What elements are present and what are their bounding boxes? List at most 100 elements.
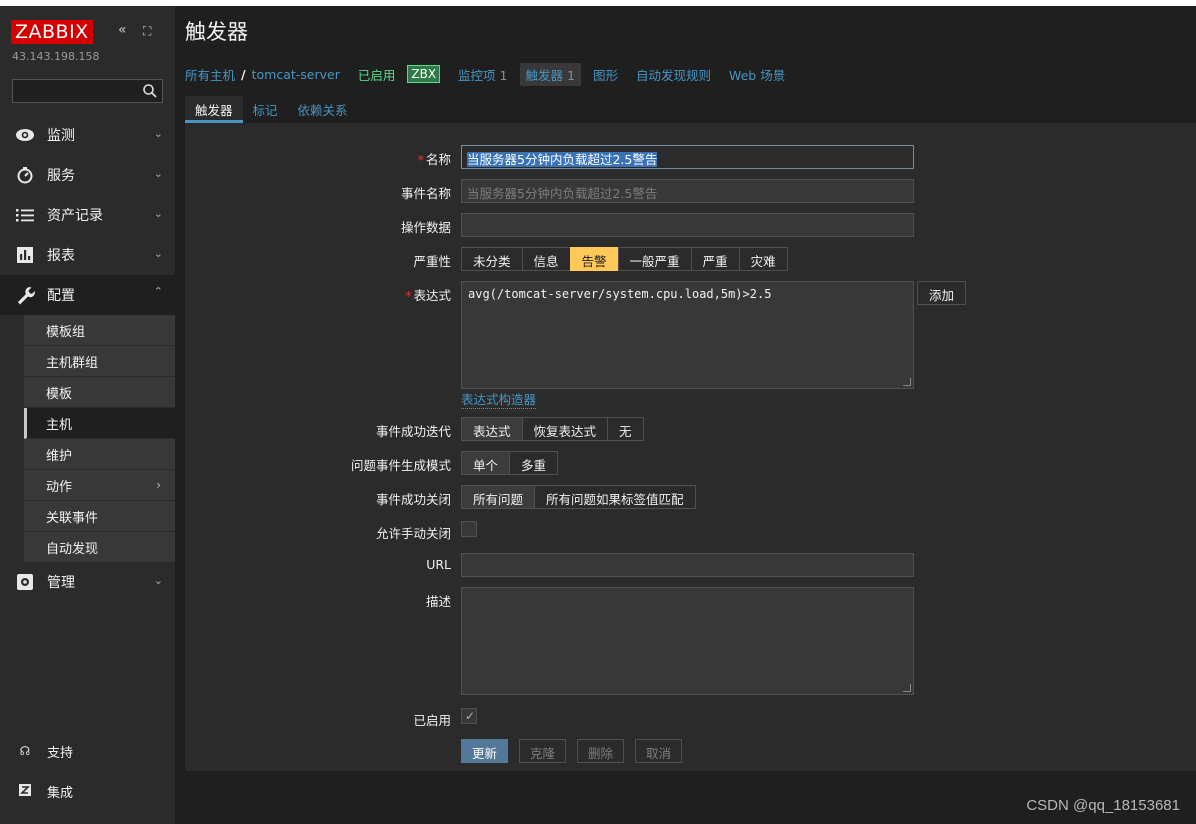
sidebar: ZABBIX « ⛶ 43.143.198.158 监测 ⌄ 服务 ⌄ 资产记录… bbox=[0, 6, 175, 824]
integration-icon bbox=[15, 783, 35, 799]
eye-icon bbox=[13, 128, 37, 142]
kiosk-mode-icon[interactable]: ⛶ bbox=[143, 24, 151, 39]
manual-close-label: 允许手动关闭 bbox=[375, 526, 451, 541]
search-icon[interactable] bbox=[142, 83, 158, 102]
expression-textarea[interactable]: avg(/tomcat-server/system.cpu.load,5m)>2… bbox=[461, 281, 914, 389]
host-status-enabled[interactable]: 已启用 bbox=[358, 65, 396, 84]
submenu-hosts[interactable]: 主机 bbox=[24, 408, 175, 439]
severity-information[interactable]: 信息 bbox=[521, 247, 571, 271]
ok-event-generation-label: 事件成功迭代 bbox=[375, 424, 451, 439]
zabbix-app: ZABBIX « ⛶ 43.143.198.158 监测 ⌄ 服务 ⌄ 资产记录… bbox=[0, 6, 1196, 824]
configuration-submenu: 模板组 主机群组 模板 主机 维护 动作 › 关联事件 自动发现 bbox=[0, 315, 175, 563]
submenu-maintenance[interactable]: 维护 bbox=[24, 439, 175, 470]
breadcrumb-all-hosts[interactable]: 所有主机 bbox=[185, 65, 235, 84]
name-label: * 名称 bbox=[185, 149, 451, 168]
severity-average[interactable]: 一般严重 bbox=[617, 247, 692, 271]
submenu-event-correlation[interactable]: 关联事件 bbox=[24, 501, 175, 532]
menu-services[interactable]: 服务 ⌄ bbox=[0, 155, 175, 195]
menu-reports[interactable]: 报表 ⌄ bbox=[0, 235, 175, 275]
opdata-input[interactable] bbox=[461, 213, 914, 237]
trigger-form: * 名称 当服务器5分钟内负载超过2.5警告 事件名称 当服务器5分钟内负载超过2… bbox=[185, 123, 1196, 771]
breadcrumb: 所有主机 / tomcat-server 已启用 ZBX 监控项 1 触发器 1… bbox=[185, 62, 803, 86]
submenu-actions[interactable]: 动作 › bbox=[24, 470, 175, 501]
collapse-sidebar-icon[interactable]: « bbox=[118, 22, 127, 38]
add-expression-button[interactable]: 添加 bbox=[917, 281, 967, 305]
ok-event-expression[interactable]: 表达式 bbox=[461, 417, 523, 441]
severity-not-classified[interactable]: 未分类 bbox=[461, 247, 523, 271]
main-content: 触发器 所有主机 / tomcat-server 已启用 ZBX 监控项 1 触… bbox=[175, 6, 1196, 824]
problem-mode-selector: 单个 多重 bbox=[461, 451, 559, 475]
expression-value: avg(/tomcat-server/system.cpu.load,5m)>2… bbox=[468, 287, 772, 301]
ok-event-none[interactable]: 无 bbox=[607, 417, 644, 441]
problem-mode-single[interactable]: 单个 bbox=[461, 451, 511, 475]
bar-chart-icon bbox=[13, 246, 37, 264]
enabled-checkbox[interactable]: ✓ bbox=[461, 708, 477, 724]
chevron-down-icon: ⌄ bbox=[153, 207, 163, 220]
name-label-text: 名称 bbox=[425, 152, 451, 167]
menu-inventory[interactable]: 资产记录 ⌄ bbox=[0, 195, 175, 235]
submenu-discovery[interactable]: 自动发现 bbox=[24, 532, 175, 563]
ok-event-closes-label: 事件成功关闭 bbox=[375, 492, 451, 507]
items-count: 1 bbox=[499, 67, 508, 83]
breadcrumb-triggers[interactable]: 触发器 1 bbox=[519, 62, 581, 86]
tab-trigger[interactable]: 触发器 bbox=[185, 96, 243, 123]
list-icon bbox=[13, 208, 37, 222]
ok-event-closes-selector: 所有问题 所有问题如果标签值匹配 bbox=[461, 485, 696, 509]
breadcrumb-host[interactable]: tomcat-server bbox=[252, 67, 340, 82]
name-input[interactable]: 当服务器5分钟内负载超过2.5警告 bbox=[461, 145, 914, 169]
gear-icon bbox=[13, 573, 37, 591]
problem-mode-multiple[interactable]: 多重 bbox=[509, 451, 559, 475]
name-input-value: 当服务器5分钟内负载超过2.5警告 bbox=[467, 152, 658, 167]
submenu-host-groups[interactable]: 主机群组 bbox=[24, 346, 175, 377]
resize-grip-icon[interactable] bbox=[903, 684, 911, 692]
submenu-label: 主机 bbox=[46, 417, 73, 433]
resize-grip-icon[interactable] bbox=[903, 378, 911, 386]
menu-monitoring[interactable]: 监测 ⌄ bbox=[0, 115, 175, 155]
wrench-icon bbox=[13, 285, 37, 305]
submenu-label: 维护 bbox=[46, 448, 73, 464]
url-input[interactable] bbox=[461, 553, 914, 577]
breadcrumb-graphs[interactable]: 图形 bbox=[593, 65, 618, 84]
chevron-up-icon: ⌃ bbox=[153, 285, 163, 298]
tab-tags[interactable]: 标记 bbox=[243, 96, 288, 123]
menu-administration[interactable]: 管理 ⌄ bbox=[0, 562, 175, 602]
expression-builder-link[interactable]: 表达式构造器 bbox=[461, 389, 537, 409]
update-button[interactable]: 更新 bbox=[461, 739, 509, 763]
tab-dependencies[interactable]: 依赖关系 bbox=[288, 96, 358, 123]
submenu-template-groups[interactable]: 模板组 bbox=[24, 315, 175, 346]
zabbix-logo[interactable]: ZABBIX bbox=[11, 20, 93, 44]
ok-close-tag-match[interactable]: 所有问题如果标签值匹配 bbox=[534, 485, 696, 509]
chevron-down-icon: ⌄ bbox=[153, 247, 163, 260]
cancel-button[interactable]: 取消 bbox=[635, 739, 683, 763]
breadcrumb-separator: / bbox=[241, 66, 246, 82]
delete-button[interactable]: 删除 bbox=[577, 739, 625, 763]
menu-integrations[interactable]: 集成 bbox=[0, 776, 175, 806]
menu-support[interactable]: ☊ 支持 bbox=[0, 736, 175, 766]
event-name-label: 事件名称 bbox=[400, 186, 451, 201]
ok-event-recovery-expression[interactable]: 恢复表达式 bbox=[521, 417, 609, 441]
description-textarea[interactable] bbox=[461, 587, 914, 695]
menu-configuration[interactable]: 配置 ⌃ bbox=[0, 275, 175, 315]
clone-button[interactable]: 克隆 bbox=[519, 739, 567, 763]
severity-disaster[interactable]: 灾难 bbox=[738, 247, 788, 271]
opdata-label: 操作数据 bbox=[400, 220, 451, 235]
severity-high[interactable]: 严重 bbox=[690, 247, 740, 271]
sidebar-search-input[interactable] bbox=[12, 79, 163, 103]
submenu-label: 模板 bbox=[46, 386, 73, 402]
event-name-input[interactable]: 当服务器5分钟内负载超过2.5警告 bbox=[461, 179, 914, 203]
chevron-right-icon: › bbox=[156, 478, 161, 492]
headset-icon: ☊ bbox=[19, 744, 31, 758]
breadcrumb-items[interactable]: 监控项 1 bbox=[458, 65, 507, 84]
breadcrumb-web-scenarios[interactable]: Web 场景 bbox=[729, 65, 785, 84]
chevron-down-icon: ⌄ bbox=[153, 127, 163, 140]
breadcrumb-discovery-rules[interactable]: 自动发现规则 bbox=[636, 65, 711, 84]
severity-warning[interactable]: 告警 bbox=[569, 247, 619, 271]
ok-close-all-problems[interactable]: 所有问题 bbox=[461, 485, 536, 509]
manual-close-checkbox[interactable] bbox=[461, 521, 477, 537]
chevron-down-icon: ⌄ bbox=[153, 574, 163, 587]
checkmark-icon: ✓ bbox=[465, 709, 476, 723]
menu-configuration-label: 配置 bbox=[47, 288, 75, 304]
severity-label: 严重性 bbox=[413, 254, 451, 269]
submenu-templates[interactable]: 模板 bbox=[24, 377, 175, 408]
page-title: 触发器 bbox=[185, 20, 248, 44]
